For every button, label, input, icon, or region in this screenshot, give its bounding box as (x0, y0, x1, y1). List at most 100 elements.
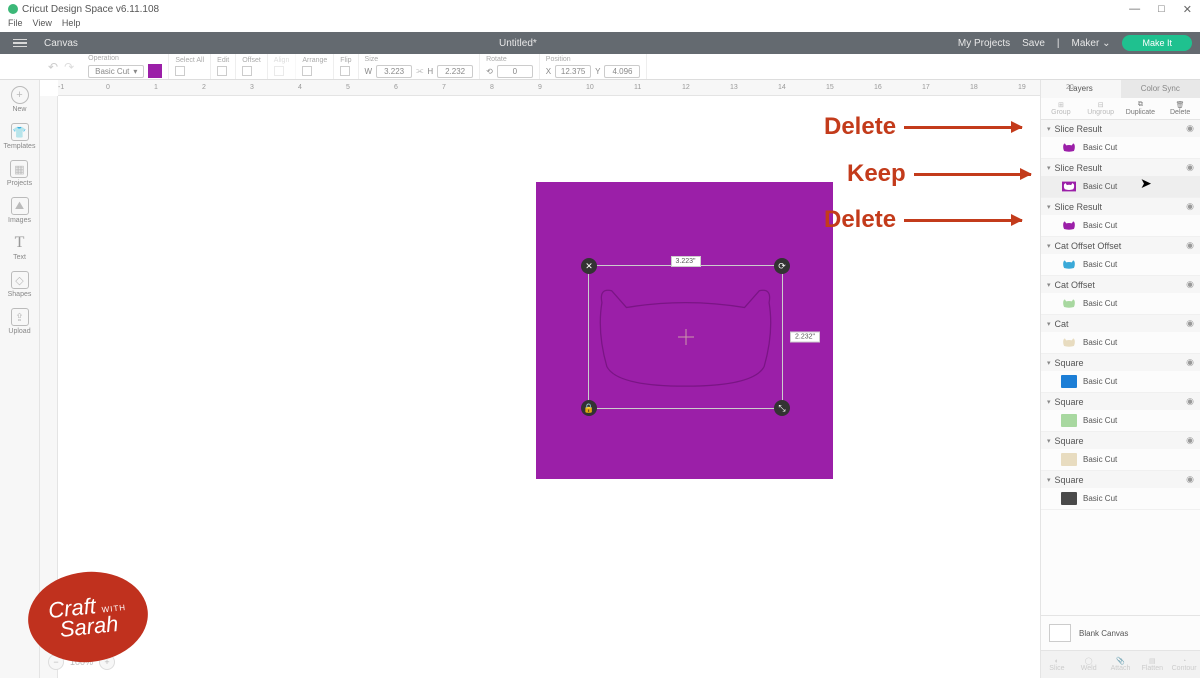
layer-item[interactable]: ▾ Square ◉ Basic Cut (1041, 432, 1200, 471)
duplicate-button[interactable]: ⧉Duplicate (1121, 98, 1161, 119)
upload-tool[interactable]: ⇪Upload (8, 308, 30, 335)
layer-sublayer[interactable]: Basic Cut (1041, 332, 1200, 353)
layer-header[interactable]: ▾ Square ◉ (1041, 393, 1200, 410)
selection-resize-handle[interactable]: ⤡ (774, 400, 790, 416)
rotate-input[interactable]: 0 (497, 65, 533, 78)
selection-rotate-handle[interactable]: ⟳ (774, 258, 790, 274)
window-maximize-button[interactable]: □ (1158, 3, 1165, 16)
edit-icon[interactable] (217, 66, 227, 76)
visibility-eye-icon[interactable]: ◉ (1186, 240, 1194, 251)
lock-icon[interactable]: ⫘ (416, 66, 423, 76)
layer-operation: Basic Cut (1083, 260, 1117, 269)
app-title: Cricut Design Space v6.11.108 (22, 4, 159, 15)
blank-canvas-row[interactable]: Blank Canvas (1041, 615, 1200, 650)
layer-name: Square (1055, 475, 1084, 485)
layers-panel: Layers Color Sync ⊞Group ⊟Ungroup ⧉Dupli… (1040, 80, 1200, 678)
layer-header[interactable]: ▾ Cat ◉ (1041, 315, 1200, 332)
visibility-eye-icon[interactable]: ◉ (1186, 474, 1194, 485)
layer-item[interactable]: ▾ Cat Offset ◉ Basic Cut (1041, 276, 1200, 315)
layer-thumb-cat (1061, 297, 1077, 310)
visibility-eye-icon[interactable]: ◉ (1186, 396, 1194, 407)
layer-item[interactable]: ▾ Slice Result ◉ Basic Cut (1041, 198, 1200, 237)
y-input[interactable]: 4.096 (604, 65, 640, 78)
x-input[interactable]: 12.375 (555, 65, 591, 78)
layer-item[interactable]: ▾ Square ◉ Basic Cut (1041, 354, 1200, 393)
grid-icon: ▦ (10, 160, 28, 178)
visibility-eye-icon[interactable]: ◉ (1186, 279, 1194, 290)
layer-item[interactable]: ▾ Square ◉ Basic Cut (1041, 393, 1200, 432)
undo-icon[interactable]: ↶ (48, 60, 58, 74)
menu-view[interactable]: View (33, 18, 52, 32)
visibility-eye-icon[interactable]: ◉ (1186, 201, 1194, 212)
templates-tool[interactable]: 👕Templates (4, 123, 36, 150)
layer-sublayer[interactable]: Basic Cut (1041, 137, 1200, 158)
layer-item[interactable]: ▾ Slice Result ◉ Basic Cut (1041, 120, 1200, 159)
rotate-icon: ⟲ (486, 67, 493, 76)
flip-icon[interactable] (340, 66, 350, 76)
tab-colorsync[interactable]: Color Sync (1121, 80, 1200, 98)
layer-sublayer[interactable]: Basic Cut (1041, 410, 1200, 431)
layer-sublayer[interactable]: Basic Cut (1041, 371, 1200, 392)
ruler-tick: 8 (490, 84, 494, 91)
selection-lock-handle[interactable]: 🔒 (581, 400, 597, 416)
visibility-eye-icon[interactable]: ◉ (1186, 123, 1194, 134)
text-tool[interactable]: TText (11, 234, 29, 261)
select-all-icon[interactable] (175, 66, 185, 76)
arrange-icon[interactable] (302, 66, 312, 76)
width-input[interactable]: 3.223 (376, 65, 412, 78)
layer-operation: Basic Cut (1083, 143, 1117, 152)
projects-tool[interactable]: ▦Projects (7, 160, 32, 187)
redo-icon[interactable]: ↷ (64, 60, 74, 74)
selection-delete-handle[interactable]: ✕ (581, 258, 597, 274)
layer-sublayer[interactable]: Basic Cut (1041, 488, 1200, 509)
layer-header[interactable]: ▾ Square ◉ (1041, 471, 1200, 488)
edit-toolbar: ↶ ↷ Operation Basic Cut ▾ Select All Edi… (0, 54, 1200, 80)
app-topbar: Canvas Untitled* My Projects Save | Make… (0, 32, 1200, 54)
offset-icon[interactable] (242, 66, 252, 76)
layer-header[interactable]: ▾ Slice Result ◉ (1041, 198, 1200, 215)
layer-sublayer[interactable]: Basic Cut (1041, 176, 1200, 197)
layer-sublayer[interactable]: Basic Cut (1041, 215, 1200, 236)
group-button: ⊞Group (1041, 98, 1081, 119)
save-link[interactable]: Save (1022, 38, 1045, 49)
tab-layers[interactable]: Layers (1041, 80, 1121, 98)
layer-item[interactable]: ▾ Square ◉ Basic Cut (1041, 471, 1200, 510)
menu-file[interactable]: File (8, 18, 23, 32)
layer-header[interactable]: ▾ Cat Offset Offset ◉ (1041, 237, 1200, 254)
height-input[interactable]: 2.232 (437, 65, 473, 78)
selection-box[interactable]: ✕ ⟳ 🔒 ⤡ 3.223" 2.232" (588, 265, 783, 409)
visibility-eye-icon[interactable]: ◉ (1186, 318, 1194, 329)
chevron-down-icon: ▾ (1047, 242, 1051, 250)
make-it-button[interactable]: Make It (1122, 35, 1192, 51)
layer-header[interactable]: ▾ Square ◉ (1041, 354, 1200, 371)
delete-button[interactable]: 🗑Delete (1160, 98, 1200, 119)
menu-help[interactable]: Help (62, 18, 81, 32)
layer-header[interactable]: ▾ Slice Result ◉ (1041, 120, 1200, 137)
layer-sublayer[interactable]: Basic Cut (1041, 293, 1200, 314)
os-titlebar: Cricut Design Space v6.11.108 — □ ✕ (0, 0, 1200, 18)
window-close-button[interactable]: ✕ (1183, 3, 1192, 16)
machine-selector[interactable]: Maker ⌄ (1072, 38, 1111, 49)
layer-header[interactable]: ▾ Cat Offset ◉ (1041, 276, 1200, 293)
layer-item[interactable]: ▾ Cat ◉ Basic Cut (1041, 315, 1200, 354)
layer-thumb-cat (1061, 141, 1077, 154)
visibility-eye-icon[interactable]: ◉ (1186, 435, 1194, 446)
visibility-eye-icon[interactable]: ◉ (1186, 162, 1194, 173)
annotation-delete-1: Delete (824, 113, 1022, 141)
my-projects-link[interactable]: My Projects (958, 38, 1010, 49)
hamburger-menu-icon[interactable] (13, 39, 27, 48)
visibility-eye-icon[interactable]: ◉ (1186, 357, 1194, 368)
shapes-tool[interactable]: ◇Shapes (8, 271, 32, 298)
layer-header[interactable]: ▾ Square ◉ (1041, 432, 1200, 449)
color-swatch[interactable] (148, 64, 162, 78)
window-minimize-button[interactable]: — (1129, 3, 1140, 16)
new-tool[interactable]: +New (11, 86, 29, 113)
layer-item[interactable]: ▾ Slice Result ◉ Basic Cut (1041, 159, 1200, 198)
images-tool[interactable]: ⛰Images (8, 197, 31, 224)
layer-sublayer[interactable]: Basic Cut (1041, 254, 1200, 275)
text-icon: T (11, 234, 29, 252)
operation-dropdown[interactable]: Basic Cut ▾ (88, 65, 144, 78)
layer-header[interactable]: ▾ Slice Result ◉ (1041, 159, 1200, 176)
layer-sublayer[interactable]: Basic Cut (1041, 449, 1200, 470)
layer-item[interactable]: ▾ Cat Offset Offset ◉ Basic Cut (1041, 237, 1200, 276)
